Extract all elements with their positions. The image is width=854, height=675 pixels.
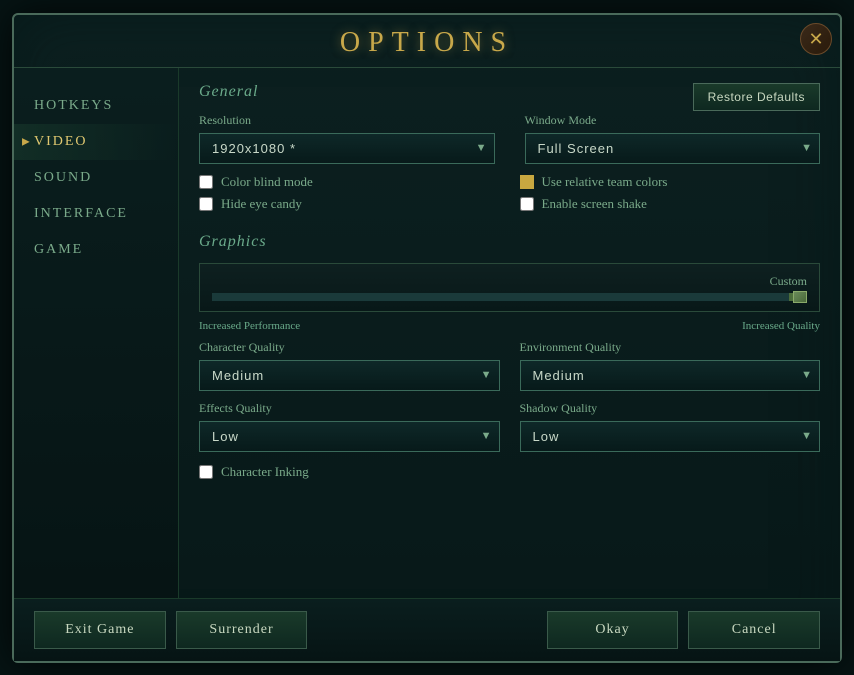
shadow-quality-select-wrapper: Low Medium High Very High ▼ — [520, 421, 821, 452]
resolution-select[interactable]: 1920x1080 * 1280x720 1024x768 — [199, 133, 495, 164]
exit-game-button[interactable]: Exit Game — [34, 611, 166, 649]
environment-quality-group: Environment Quality Low Medium High Very… — [520, 340, 821, 391]
color-blind-checkbox[interactable] — [199, 175, 213, 189]
shadow-quality-select[interactable]: Low Medium High Very High — [520, 421, 821, 452]
effects-quality-group: Effects Quality Low Medium High Very Hig… — [199, 401, 500, 452]
left-quality-col: Character Quality Low Medium High Very H… — [199, 340, 500, 452]
character-quality-group: Character Quality Low Medium High Very H… — [199, 340, 500, 391]
hide-eye-candy-checkbox[interactable] — [199, 197, 213, 211]
quality-slider-track[interactable] — [212, 293, 807, 301]
screen-shake-label: Enable screen shake — [542, 196, 647, 212]
sidebar-item-sound[interactable]: SOUND — [14, 160, 178, 196]
screen-shake-row: Enable screen shake — [520, 196, 821, 212]
right-checkboxes: Use relative team colors Enable screen s… — [520, 174, 821, 218]
checkboxes-row: Color blind mode Hide eye candy Use rela… — [199, 174, 820, 218]
graphics-section-title: Graphics — [199, 233, 820, 251]
relative-team-colors-row: Use relative team colors — [520, 174, 821, 190]
environment-quality-label: Environment Quality — [520, 340, 821, 355]
quality-endpoints: Increased Performance Increased Quality — [199, 320, 820, 332]
right-quality-col: Environment Quality Low Medium High Very… — [520, 340, 821, 452]
footer-spacer — [317, 611, 536, 649]
sidebar-item-interface[interactable]: INTERFACE — [14, 196, 178, 232]
window-mode-label: Window Mode — [525, 113, 821, 128]
character-inking-row: Character Inking — [199, 464, 820, 480]
effects-quality-select[interactable]: Low Medium High Very High — [199, 421, 500, 452]
cancel-button[interactable]: Cancel — [688, 611, 820, 649]
restore-defaults-button[interactable]: Restore Defaults — [693, 83, 820, 111]
window-mode-select[interactable]: Full Screen Windowed Borderless — [525, 133, 821, 164]
quality-label-row: Custom — [212, 274, 807, 289]
quality-grid: Character Quality Low Medium High Very H… — [199, 340, 820, 452]
environment-quality-select[interactable]: Low Medium High Very High — [520, 360, 821, 391]
character-inking-label: Character Inking — [221, 464, 309, 480]
shadow-quality-group: Shadow Quality Low Medium High Very High… — [520, 401, 821, 452]
okay-button[interactable]: Okay — [547, 611, 679, 649]
color-blind-row: Color blind mode — [199, 174, 500, 190]
main-content: Restore Defaults General Resolution 1920… — [179, 68, 840, 598]
left-checkboxes: Color blind mode Hide eye candy — [199, 174, 500, 218]
increased-quality-label: Increased Quality — [742, 320, 820, 332]
close-button[interactable]: ✕ — [800, 23, 832, 55]
window-mode-select-wrapper: Full Screen Windowed Borderless ▼ — [525, 133, 821, 164]
character-quality-select[interactable]: Low Medium High Very High — [199, 360, 500, 391]
character-inking-checkbox[interactable] — [199, 465, 213, 479]
quality-slider-container: Custom — [199, 263, 820, 312]
quality-preset-label: Custom — [770, 274, 807, 289]
resolution-label: Resolution — [199, 113, 495, 128]
character-quality-select-wrapper: Low Medium High Very High ▼ — [199, 360, 500, 391]
sidebar-item-video[interactable]: VIDEO — [14, 124, 178, 160]
effects-quality-select-wrapper: Low Medium High Very High ▼ — [199, 421, 500, 452]
team-colors-icon — [520, 175, 534, 189]
hide-eye-candy-label: Hide eye candy — [221, 196, 302, 212]
resolution-select-wrapper: 1920x1080 * 1280x720 1024x768 ▼ — [199, 133, 495, 164]
screen-shake-checkbox[interactable] — [520, 197, 534, 211]
sidebar-item-hotkeys[interactable]: HOTKEYS — [14, 88, 178, 124]
modal-overlay: OPTIONS ✕ HOTKEYS VIDEO SOUND INTERFACE — [0, 0, 854, 675]
effects-quality-label: Effects Quality — [199, 401, 500, 416]
sidebar-item-game[interactable]: GAME — [14, 232, 178, 268]
modal-footer: Exit Game Surrender Okay Cancel — [14, 598, 840, 661]
modal-header: OPTIONS ✕ — [14, 15, 840, 68]
shadow-quality-label: Shadow Quality — [520, 401, 821, 416]
modal-body: HOTKEYS VIDEO SOUND INTERFACE GAME Resto… — [14, 68, 840, 598]
character-quality-label: Character Quality — [199, 340, 500, 355]
resolution-windowmode-row: Resolution 1920x1080 * 1280x720 1024x768… — [199, 113, 820, 164]
options-modal: OPTIONS ✕ HOTKEYS VIDEO SOUND INTERFACE — [12, 13, 842, 663]
color-blind-label: Color blind mode — [221, 174, 313, 190]
modal-title: OPTIONS — [340, 27, 514, 58]
hide-eye-candy-row: Hide eye candy — [199, 196, 500, 212]
window-mode-group: Window Mode Full Screen Windowed Borderl… — [525, 113, 821, 164]
resolution-group: Resolution 1920x1080 * 1280x720 1024x768… — [199, 113, 495, 164]
increased-performance-label: Increased Performance — [199, 320, 300, 332]
surrender-button[interactable]: Surrender — [176, 611, 308, 649]
environment-quality-select-wrapper: Low Medium High Very High ▼ — [520, 360, 821, 391]
graphics-section: Graphics Custom Increased Performance In… — [199, 233, 820, 480]
sidebar: HOTKEYS VIDEO SOUND INTERFACE GAME — [14, 68, 179, 598]
quality-slider-thumb[interactable] — [793, 291, 807, 303]
relative-team-colors-label: Use relative team colors — [542, 174, 668, 190]
